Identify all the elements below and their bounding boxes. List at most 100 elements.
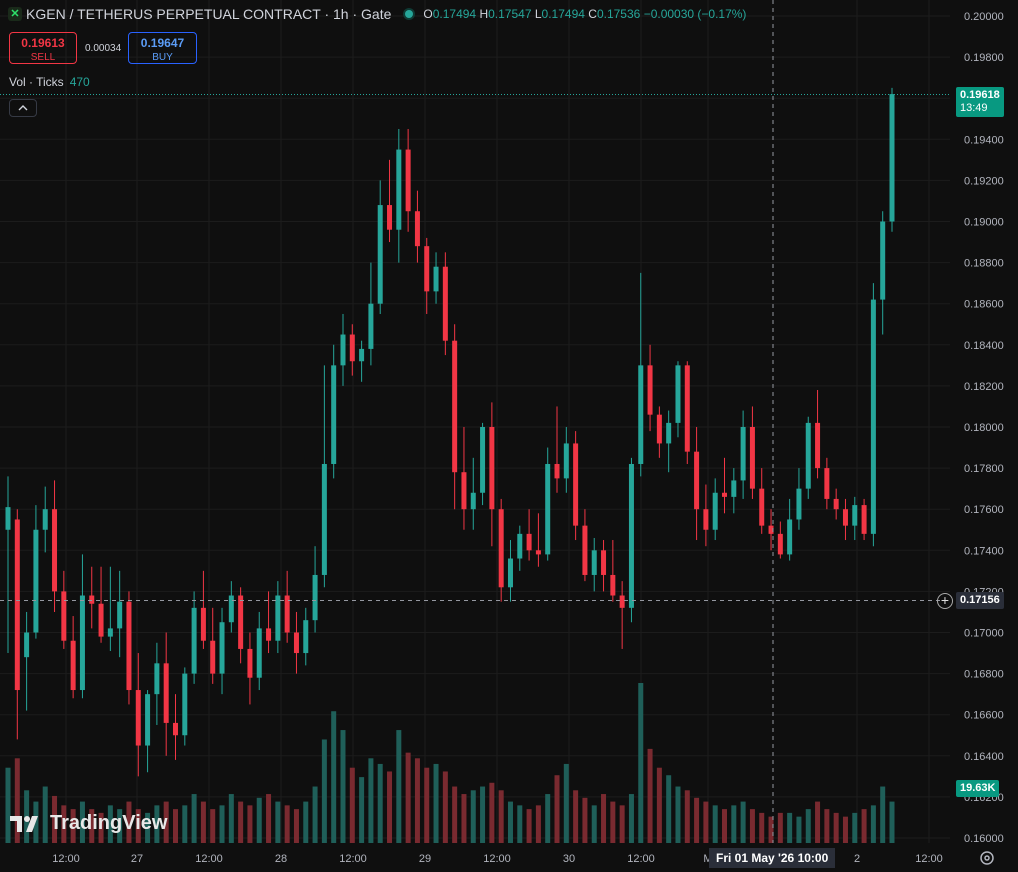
- volume-bar: [489, 782, 495, 843]
- candle-body: [424, 246, 430, 292]
- candle-body: [52, 509, 58, 592]
- price-tick-label: 0.18800: [964, 258, 1004, 270]
- price-tick-label: 0.18400: [964, 340, 1004, 352]
- candle-body: [349, 334, 355, 362]
- candle-body: [619, 595, 625, 608]
- volume-bar: [666, 775, 672, 843]
- candle-body: [210, 640, 216, 674]
- add-alert-plus-icon[interactable]: +: [937, 593, 953, 609]
- candle-body: [694, 451, 700, 510]
- candle-body: [117, 601, 123, 629]
- volume-legend[interactable]: Vol · Ticks 470: [9, 75, 90, 89]
- candle-body: [880, 221, 886, 300]
- candle-body: [89, 595, 95, 604]
- volume-bar: [694, 797, 700, 843]
- candle-body: [712, 492, 718, 530]
- time-tick-label: 12:00: [915, 853, 943, 865]
- volume-value-label: 19.63K: [956, 780, 1000, 797]
- time-tick-label: 12:00: [195, 853, 223, 865]
- candle-body: [805, 422, 811, 489]
- candle-body: [740, 427, 746, 481]
- candle-body: [480, 427, 486, 493]
- buy-button[interactable]: 0.19647 BUY: [128, 32, 197, 64]
- price-tick-label: 0.19000: [964, 217, 1004, 229]
- volume-bar: [461, 794, 467, 843]
- candle-body: [824, 468, 830, 499]
- candle-body: [284, 595, 290, 633]
- volume-bar: [480, 786, 486, 843]
- time-tick-label: 12:00: [52, 853, 80, 865]
- price-tick-label: 0.16400: [964, 751, 1004, 763]
- market-status-icon: [405, 10, 414, 18]
- candlestick-series: [5, 87, 895, 777]
- candle-body: [238, 595, 244, 649]
- volume-bar: [359, 777, 365, 843]
- price-axis: 0.200000.198000.196000.194000.192000.190…: [964, 11, 1004, 845]
- symbol-title[interactable]: KGEN / TETHERUS PERPETUAL CONTRACT · 1h …: [26, 6, 391, 22]
- candle-body: [573, 443, 579, 526]
- candle-body: [200, 607, 206, 641]
- volume-bar: [610, 801, 616, 843]
- candle-body: [145, 694, 151, 746]
- candle-body: [498, 509, 504, 588]
- volume-bar: [182, 805, 188, 843]
- volume-bar: [535, 805, 541, 843]
- price-tick-label: 0.19400: [964, 134, 1004, 146]
- candle-body: [591, 550, 597, 575]
- candle-body: [535, 550, 541, 555]
- volume-bar: [852, 812, 858, 843]
- volume-bar: [312, 786, 318, 843]
- candle-body: [98, 603, 104, 637]
- volume-bar: [368, 758, 374, 843]
- candle-body: [228, 595, 234, 623]
- volume-bar: [321, 739, 327, 843]
- candle-body: [219, 622, 225, 674]
- time-tick-label: 12:00: [339, 853, 367, 865]
- volume-bar: [563, 763, 569, 843]
- volume-bar: [861, 809, 867, 843]
- gear-icon[interactable]: [978, 849, 996, 867]
- chart-overlay: [0, 0, 950, 843]
- volume-bar: [387, 771, 393, 843]
- time-tick-label: 2: [854, 853, 860, 865]
- price-tick-label: 0.19800: [964, 52, 1004, 64]
- candle-body: [154, 663, 160, 695]
- volume-bar: [638, 683, 644, 843]
- candle-body: [5, 507, 11, 530]
- volume-bar: [619, 805, 625, 843]
- candle-body: [331, 365, 337, 464]
- volume-bar: [414, 758, 420, 843]
- candle-body: [340, 334, 346, 366]
- candle-body: [610, 574, 616, 596]
- candle-body: [24, 632, 30, 658]
- volume-bar: [172, 809, 178, 843]
- candle-body: [582, 525, 588, 575]
- volume-bar: [266, 794, 272, 843]
- volume-bar: [349, 767, 355, 843]
- collapse-legend-button[interactable]: [9, 99, 37, 117]
- candle-body: [684, 365, 690, 452]
- time-tick-label: 27: [131, 853, 143, 865]
- candle-body: [303, 620, 309, 654]
- volume-bar: [554, 775, 560, 843]
- volume-bar: [219, 805, 225, 843]
- sell-button[interactable]: 0.19613 SELL: [9, 32, 77, 64]
- candle-body: [563, 443, 569, 479]
- candle-body: [70, 640, 76, 691]
- last-price-label: 0.19618 13:49: [956, 87, 1004, 117]
- price-tick-label: 0.18000: [964, 422, 1004, 434]
- price-chart[interactable]: 0.200000.198000.196000.194000.192000.190…: [0, 0, 1018, 872]
- volume-bar: [238, 801, 244, 843]
- volume-bar: [712, 805, 718, 843]
- volume-bar: [880, 786, 886, 843]
- candle-body: [433, 266, 439, 292]
- candle-body: [405, 149, 411, 212]
- time-tick-label: 30: [563, 853, 575, 865]
- candle-body: [861, 505, 867, 534]
- volume-bar: [740, 801, 746, 843]
- price-tick-label: 0.17800: [964, 463, 1004, 475]
- candle-body: [545, 463, 551, 555]
- volume-bar: [210, 809, 216, 843]
- candle-body: [135, 690, 141, 746]
- volume-bar: [759, 812, 765, 843]
